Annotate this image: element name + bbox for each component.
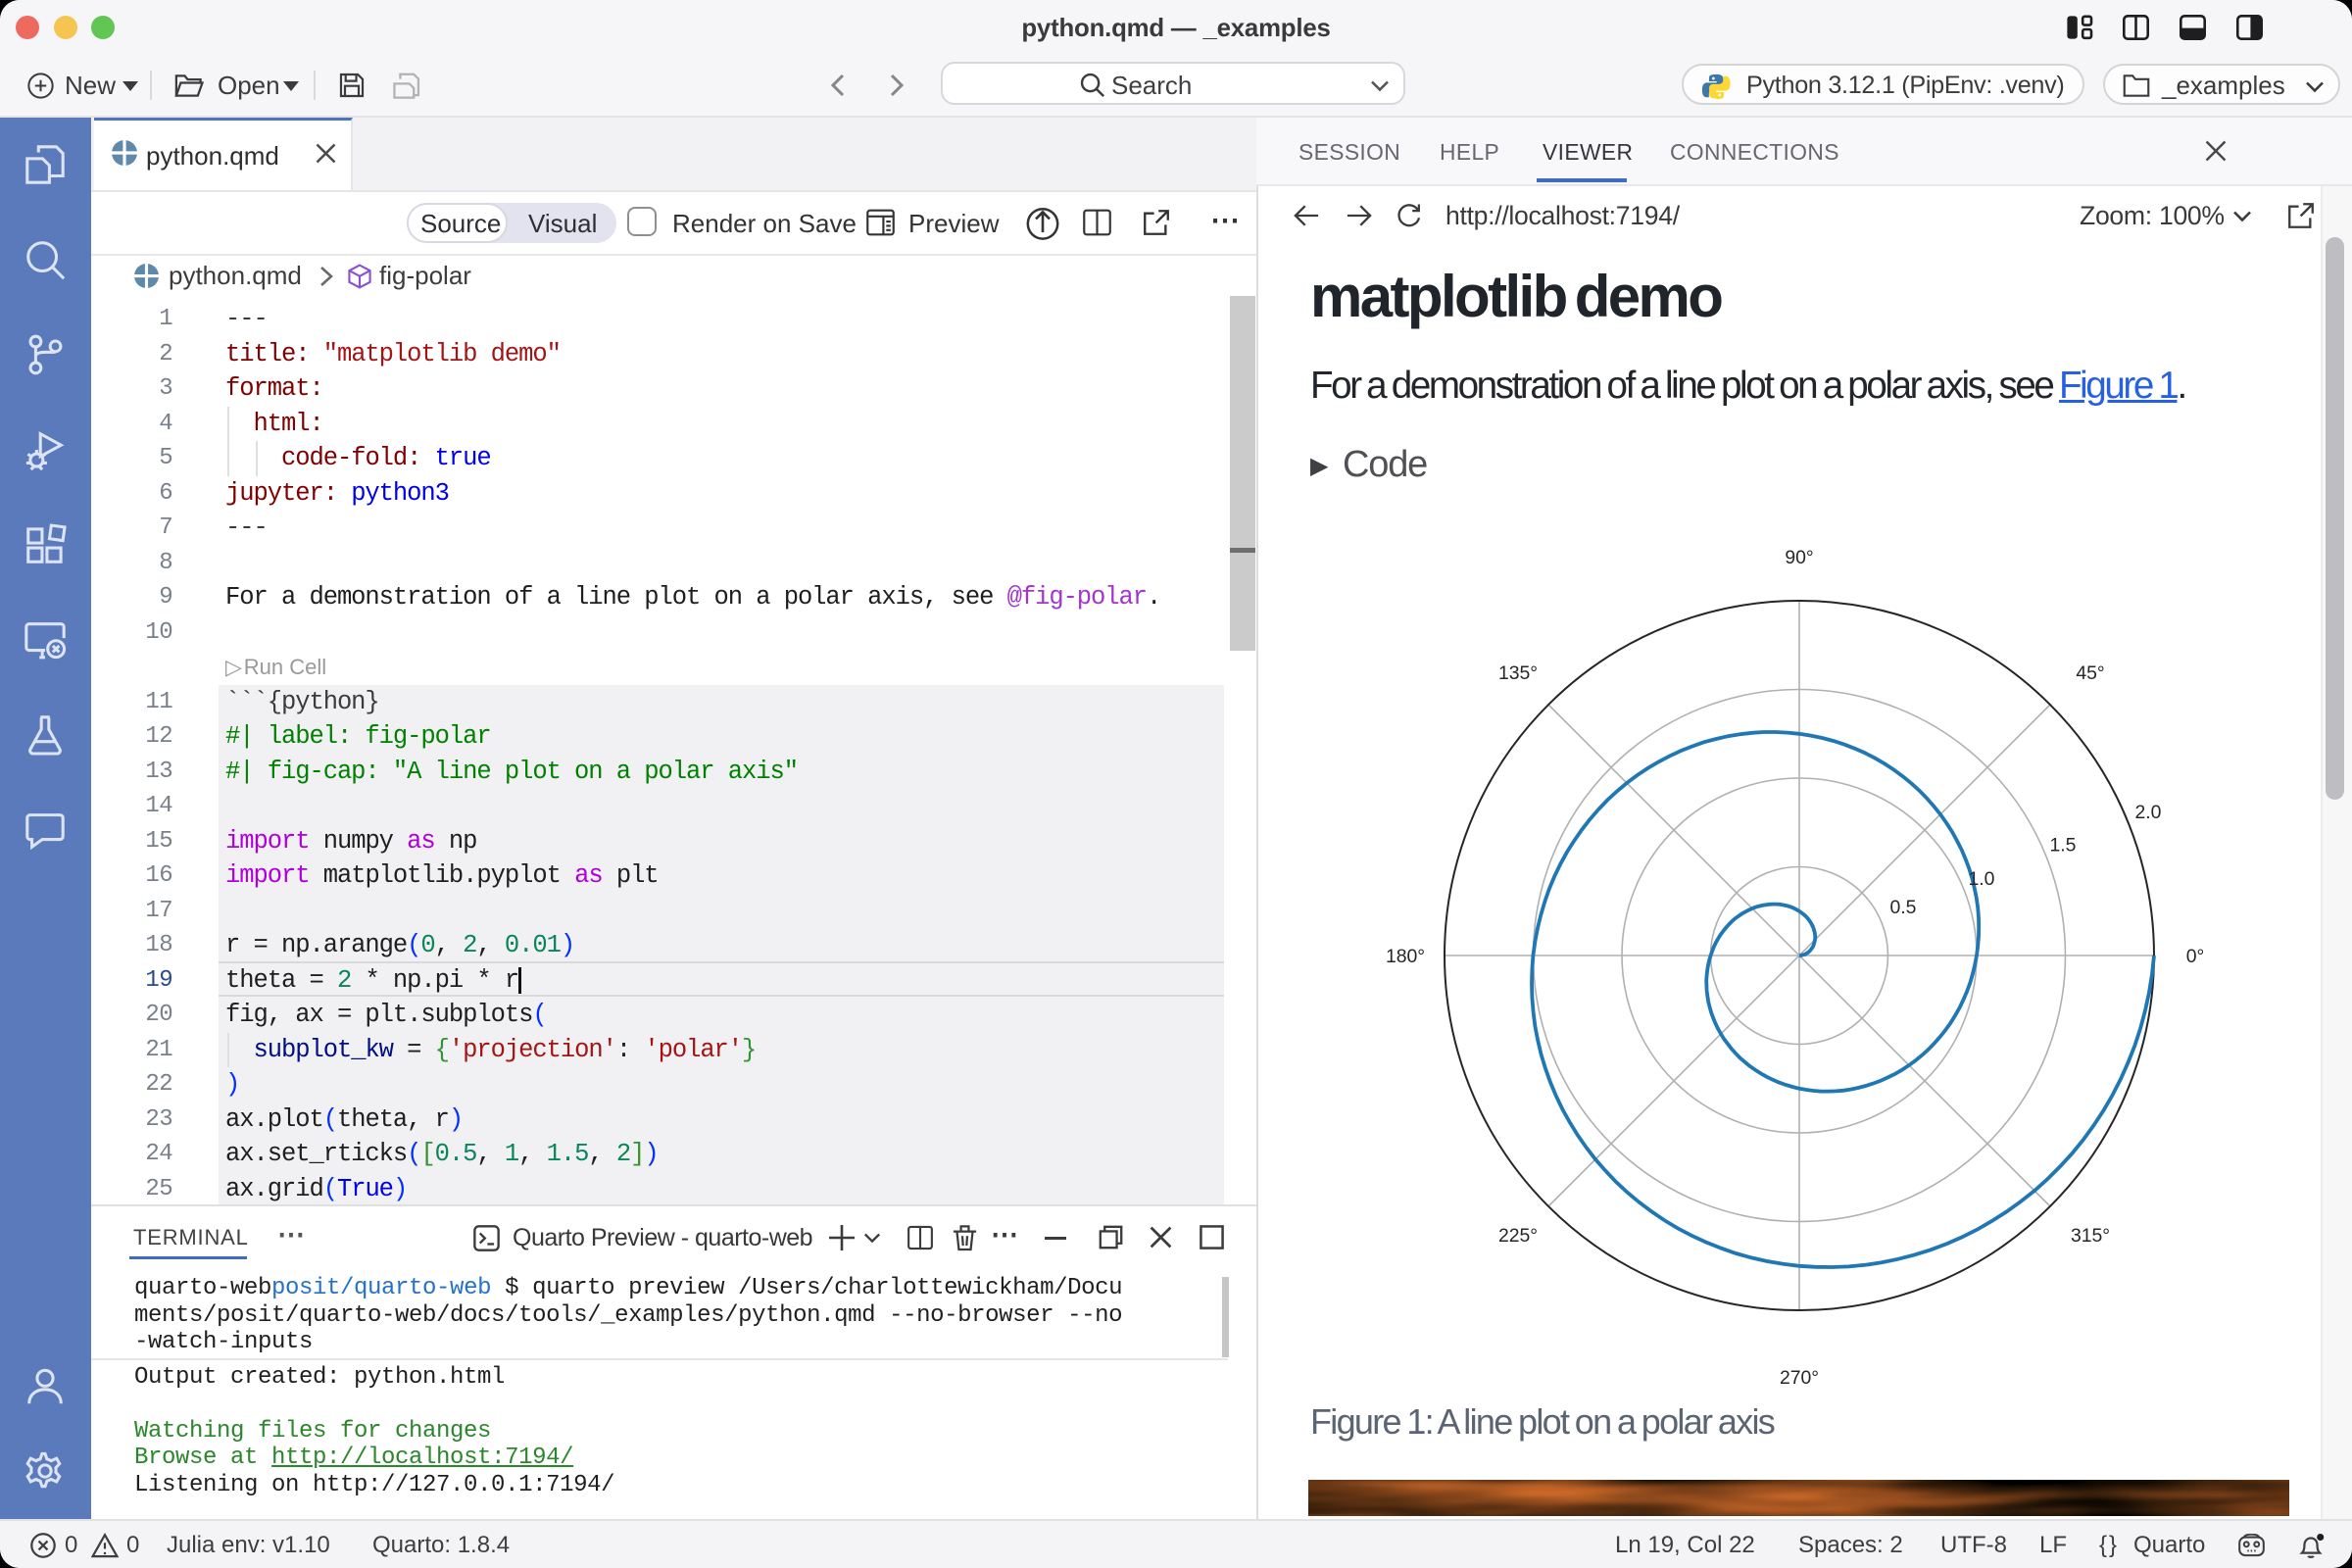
svg-text:0.5: 0.5 [1890, 897, 1917, 918]
svg-text:1.0: 1.0 [1969, 868, 1995, 890]
svg-text:2.0: 2.0 [2135, 802, 2162, 823]
svg-text:225°: 225° [1498, 1225, 1538, 1247]
svg-text:1.5: 1.5 [2050, 835, 2077, 857]
svg-text:135°: 135° [1498, 662, 1538, 684]
svg-text:270°: 270° [1780, 1367, 1819, 1389]
svg-text:180°: 180° [1386, 946, 1425, 967]
svg-text:45°: 45° [2076, 662, 2104, 684]
svg-text:315°: 315° [2071, 1225, 2110, 1247]
svg-text:0°: 0° [2186, 946, 2205, 967]
svg-text:90°: 90° [1785, 547, 1813, 568]
